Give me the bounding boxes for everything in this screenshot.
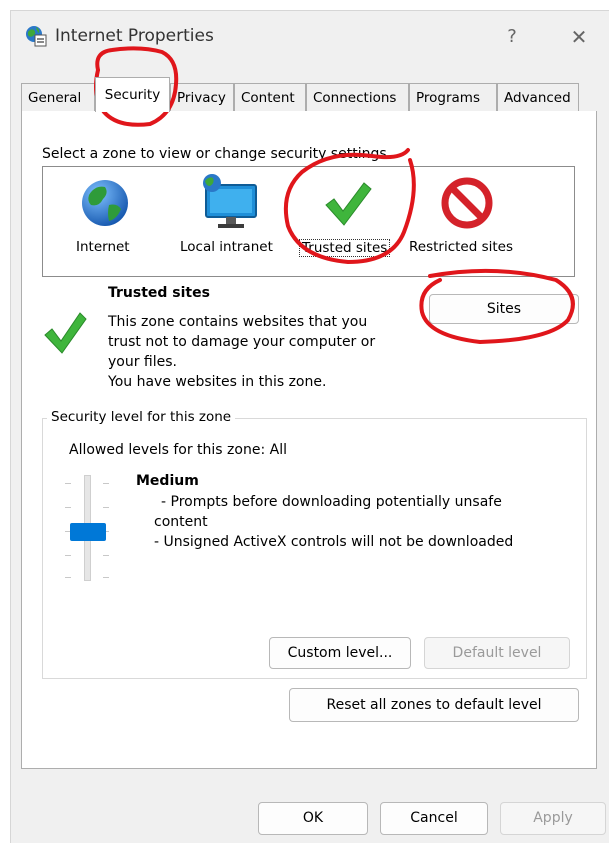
internet-properties-window: Internet Properties ? ✕ General Security…	[10, 10, 609, 843]
zone-internet-label: Internet	[76, 239, 130, 255]
zone-local-intranet[interactable]: Local intranet	[175, 173, 285, 273]
slider-tick	[103, 483, 109, 484]
zone-description-line-4: You have websites in this zone.	[108, 374, 327, 390]
apply-button[interactable]: Apply	[500, 802, 606, 835]
globe-icon	[82, 180, 128, 226]
tab-advanced[interactable]: Advanced	[497, 83, 579, 111]
help-button[interactable]: ?	[494, 21, 530, 53]
zone-trusted-sites[interactable]: Trusted sites	[298, 173, 398, 273]
slider-tick	[103, 507, 109, 508]
zone-description-line-2: trust not to damage your computer or	[108, 334, 376, 350]
slider-tick	[65, 507, 71, 508]
slider-thumb[interactable]	[70, 523, 106, 541]
zone-description-line-3: your files.	[108, 354, 177, 370]
default-level-button[interactable]: Default level	[424, 637, 570, 669]
slider-tick	[65, 483, 71, 484]
tab-general[interactable]: General	[21, 83, 95, 111]
tab-programs[interactable]: Programs	[409, 83, 497, 111]
title-bar[interactable]: Internet Properties ? ✕	[11, 11, 609, 63]
security-level-slider[interactable]	[63, 473, 115, 585]
level-description-line-2: content	[154, 514, 208, 530]
level-description-line-1: - Prompts before downloading potentially…	[161, 494, 502, 510]
slider-tick	[103, 555, 109, 556]
zone-description-line-1: This zone contains websites that you	[108, 314, 368, 330]
internet-options-app-icon	[26, 26, 47, 47]
zone-local-intranet-label: Local intranet	[180, 239, 273, 255]
tab-content[interactable]: Content	[234, 83, 306, 111]
security-level-group-title: Security level for this zone	[47, 409, 236, 425]
tab-security[interactable]: Security	[95, 77, 170, 112]
reset-all-zones-button[interactable]: Reset all zones to default level	[289, 688, 579, 722]
tab-privacy[interactable]: Privacy	[170, 83, 234, 111]
level-description-line-3: - Unsigned ActiveX controls will not be …	[154, 534, 514, 550]
custom-level-button[interactable]: Custom level...	[269, 637, 411, 669]
window-title: Internet Properties	[55, 26, 214, 46]
intranet-monitor-icon	[203, 174, 257, 228]
level-name: Medium	[136, 473, 199, 489]
slider-tick	[65, 555, 71, 556]
sites-button[interactable]: Sites	[429, 294, 579, 324]
trusted-sites-checkmark-icon	[44, 312, 87, 354]
green-checkmark-icon	[325, 182, 372, 226]
close-button[interactable]: ✕	[561, 21, 597, 53]
zone-trusted-sites-label: Trusted sites	[299, 239, 391, 257]
tab-connections[interactable]: Connections	[306, 83, 409, 111]
zone-prompt: Select a zone to view or change security…	[42, 146, 392, 162]
ok-button[interactable]: OK	[258, 802, 368, 835]
zone-restricted-sites-label: Restricted sites	[409, 239, 514, 255]
zone-internet[interactable]: Internet	[71, 173, 141, 273]
selected-zone-name: Trusted sites	[108, 285, 210, 301]
slider-tick	[65, 577, 71, 578]
zone-restricted-sites[interactable]: Restricted sites	[409, 173, 529, 273]
allowed-levels-label: Allowed levels for this zone: All	[69, 442, 287, 458]
no-entry-icon	[441, 177, 493, 229]
slider-tick	[103, 577, 109, 578]
cancel-button[interactable]: Cancel	[380, 802, 488, 835]
